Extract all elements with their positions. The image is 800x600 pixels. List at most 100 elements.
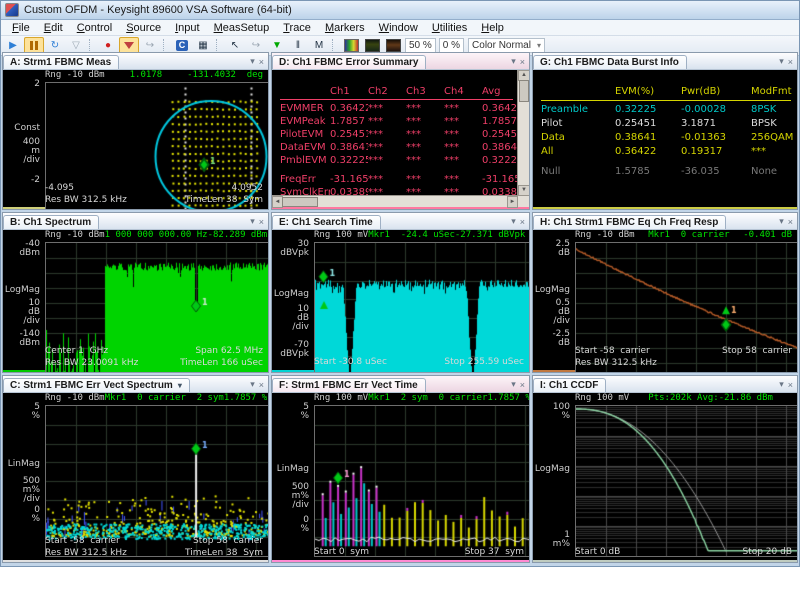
range-label: Rng 100 mV [314, 230, 368, 242]
plot-e[interactable]: Rng 100 mVMkr1 -24.4 uSec-27.371 dBVpk 3… [272, 230, 529, 370]
app-icon [5, 3, 19, 17]
panel-e-search-time: E: Ch1 Search Time ▾ × Rng 100 mVMkr1 -24… [271, 212, 530, 373]
y-div-label: 500 m% /div [23, 477, 40, 504]
plot-h[interactable]: Rng -10 dBmMkr1 0 carrier-0.401 dB 2.5 d… [533, 230, 797, 370]
panel-menu-icon[interactable]: ▾ [250, 56, 255, 67]
tab-f[interactable]: F: Strm1 FBMC Err Vect Time [272, 378, 426, 392]
burst-info-table: EVM(%)Pwr(dB)ModFmt Preamble0.32225-0.000… [533, 70, 797, 207]
scrollbar-thumb[interactable] [519, 80, 529, 102]
menu-trace[interactable]: Trace [276, 22, 318, 34]
close-icon[interactable]: × [788, 57, 793, 67]
readout-right: -131.4032 deg [187, 70, 263, 82]
toolbar-separator [163, 39, 169, 53]
horizontal-scrollbar[interactable]: ◄► [272, 195, 518, 207]
panel-a-tabbar: A: Strm1 FBMC Meas ▾ × [3, 53, 268, 70]
y-max-label: 2.5 dB [556, 240, 570, 258]
menu-file[interactable]: File [5, 22, 37, 34]
close-icon[interactable]: × [259, 217, 264, 227]
panel-menu-icon[interactable]: ▾ [250, 216, 255, 227]
menu-meassetup[interactable]: MeasSetup [207, 22, 277, 34]
error-summary-table: Ch1Ch2Ch3Ch4AvgEVMMER0.36422*********0.3… [272, 70, 529, 207]
close-icon[interactable]: × [520, 380, 525, 390]
close-icon[interactable]: × [520, 57, 525, 67]
panel-h-freq-resp: H: Ch1 Strm1 FBMC Eq Ch Freq Resp ▾ × Rng… [532, 212, 798, 373]
x-stop-label: Stop 20 dB [742, 547, 792, 559]
close-icon[interactable]: × [520, 217, 525, 227]
panel-menu-icon[interactable]: ▾ [511, 216, 516, 227]
panel-e-tabbar: E: Ch1 Search Time ▾ × [272, 213, 529, 230]
plot-c[interactable]: Rng -10 dBmMkr1 0 carrier 2 sym1.7857 % … [3, 393, 268, 560]
plot-i[interactable]: Rng 100 mVPts:202k Avg:-21.86 dBm 100 %L… [533, 393, 797, 560]
menu-window[interactable]: Window [372, 22, 425, 34]
y-max-label: 5 % [31, 403, 40, 421]
chevron-down-icon: ▾ [537, 39, 541, 52]
plot-d[interactable]: Ch1Ch2Ch3Ch4AvgEVMMER0.36422*********0.3… [272, 70, 529, 207]
panel-menu-icon[interactable]: ▾ [511, 379, 516, 390]
plot-f[interactable]: Rng 100 mVMkr1 2 sym 0 carrier1.7857 % 5… [272, 393, 529, 560]
menu-source[interactable]: Source [119, 22, 168, 34]
close-icon[interactable]: × [788, 380, 793, 390]
plot-canvas[interactable] [314, 405, 530, 557]
tab-dropdown-icon[interactable]: ▾ [178, 381, 182, 390]
panel-menu-icon[interactable]: ▾ [511, 56, 516, 67]
table-row: Preamble0.32225-0.000288PSK [541, 103, 797, 117]
x-start-label: Start 0 dB [575, 547, 620, 559]
tab-i[interactable]: I: Ch1 CCDF [533, 378, 606, 392]
menu-input[interactable]: Input [168, 22, 206, 34]
readout-right: 1.7857 % [487, 393, 530, 405]
window-title: Custom OFDM - Keysight 89600 VSA Softwar… [24, 4, 292, 16]
tab-c[interactable]: C: Strm1 FBMC Err Vect Spectrum▾ [3, 378, 190, 392]
menu-markers[interactable]: Markers [318, 22, 372, 34]
y-min-label: 0 % [300, 516, 309, 534]
plot-a[interactable]: Rng -10 dBm1.0178-131.4032 deg 2Const400… [3, 70, 268, 207]
panel-menu-icon[interactable]: ▾ [250, 379, 255, 390]
trace-color-bar [533, 207, 797, 209]
x-start-label: Start -30.8 uSec [314, 357, 387, 369]
close-icon[interactable]: × [788, 217, 793, 227]
y-div-label: 10 dB /div [23, 299, 40, 326]
plot-b[interactable]: Rng -10 dBm1 000 000 000.00 Hz-82.289 dB… [3, 230, 268, 370]
plot-canvas[interactable] [314, 242, 530, 373]
tab-b[interactable]: B: Ch1 Spectrum [3, 215, 99, 229]
tab-e[interactable]: E: Ch1 Search Time [272, 215, 381, 229]
plot-g[interactable]: EVM(%)Pwr(dB)ModFmt Preamble0.32225-0.000… [533, 70, 797, 207]
trace-color-bar [3, 560, 268, 562]
plot-canvas[interactable] [45, 405, 269, 557]
readout-mid: Mkr1 -24.4 uSec [368, 230, 455, 242]
tab-a[interactable]: A: Strm1 FBMC Meas [3, 55, 119, 69]
tab-h[interactable]: H: Ch1 Strm1 FBMC Eq Ch Freq Resp [533, 215, 726, 229]
y-div-label: 400 m /div [23, 138, 40, 165]
menu-control[interactable]: Control [70, 22, 119, 34]
panel-g-tabbar: G: Ch1 FBMC Data Burst Info ▾ × [533, 53, 797, 70]
panel-menu-icon[interactable]: ▾ [779, 216, 784, 227]
table-row: All0.364220.19317*** [541, 145, 797, 159]
vertical-scrollbar[interactable]: ▲▼ [517, 70, 529, 196]
menu-help[interactable]: Help [474, 22, 511, 34]
table-row: Null1.5785-36.035None [541, 165, 797, 179]
resbw-label: Res BW 312.5 kHz [575, 358, 657, 370]
color-mode-select[interactable]: Color Normal▾ [468, 38, 545, 53]
y-max-label: 5 % [300, 403, 309, 421]
close-icon[interactable]: × [259, 57, 264, 67]
scrollbar-thumb[interactable] [282, 197, 318, 207]
readout-right: -27.371 dBVpk [455, 230, 525, 242]
scroll-right-icon[interactable]: ► [507, 196, 518, 208]
transparency-input[interactable]: 50 % [405, 38, 436, 53]
plot-canvas[interactable] [575, 405, 798, 557]
tab-d[interactable]: D: Ch1 FBMC Error Summary [272, 55, 426, 69]
x-max-label: 4.0952 [232, 183, 264, 195]
menu-edit[interactable]: Edit [37, 22, 70, 34]
title-bar[interactable]: Custom OFDM - Keysight 89600 VSA Softwar… [1, 1, 799, 20]
table-row: EVM(%)Pwr(dB)ModFmt [541, 85, 797, 99]
panel-menu-icon[interactable]: ▾ [779, 379, 784, 390]
pause-icon [30, 41, 38, 50]
menu-utilities[interactable]: Utilities [425, 22, 474, 34]
spectrogram-icon [365, 39, 380, 52]
offset-input[interactable]: 0 % [439, 38, 464, 53]
scroll-down-icon[interactable]: ▼ [518, 185, 530, 196]
y-axis-name: LogMag [535, 465, 570, 474]
close-icon[interactable]: × [259, 380, 264, 390]
panel-d-tabbar: D: Ch1 FBMC Error Summary ▾ × [272, 53, 529, 70]
tab-g[interactable]: G: Ch1 FBMC Data Burst Info [533, 55, 687, 69]
panel-menu-icon[interactable]: ▾ [779, 56, 784, 67]
